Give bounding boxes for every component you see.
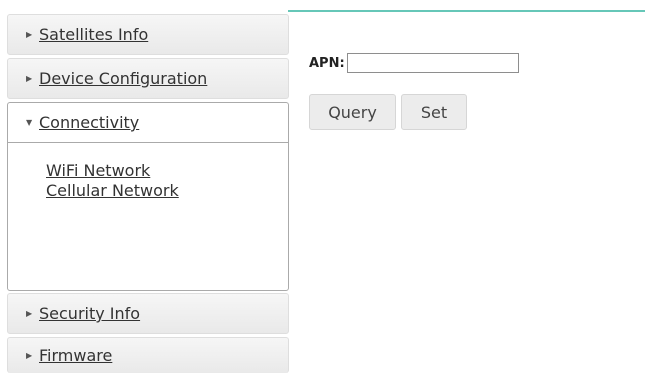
top-accent-line [288, 10, 645, 12]
sidebar-item-label[interactable]: Device Configuration [39, 69, 207, 88]
main-content: APN: Query Set [309, 53, 519, 130]
triangle-right-icon: ▶ [26, 308, 33, 318]
sidebar-accordion: ▶ Satellites Info ▶ Device Configuration… [7, 14, 289, 373]
triangle-down-icon: ▼ [26, 117, 33, 127]
apn-input[interactable] [346, 53, 519, 73]
sidebar-item-label[interactable]: Connectivity [39, 113, 139, 132]
set-button[interactable]: Set [401, 94, 467, 130]
apn-label: APN: [309, 55, 345, 71]
sidebar-item-label[interactable]: Satellites Info [39, 25, 148, 44]
query-button[interactable]: Query [309, 94, 396, 130]
button-row: Query Set [309, 94, 519, 130]
sidebar-item-connectivity[interactable]: ▼ Connectivity [7, 102, 289, 142]
connectivity-panel: WiFi Network Cellular Network [7, 142, 289, 291]
triangle-right-icon: ▶ [26, 73, 33, 83]
sidebar-item-label[interactable]: Security Info [39, 304, 140, 323]
sidebar-item-firmware[interactable]: ▶ Firmware [7, 337, 289, 373]
apn-row: APN: [309, 53, 519, 73]
sidebar-item-security-info[interactable]: ▶ Security Info [7, 293, 289, 334]
triangle-right-icon: ▶ [26, 29, 33, 39]
sidebar-item-satellites-info[interactable]: ▶ Satellites Info [7, 14, 289, 55]
link-cellular-network[interactable]: Cellular Network [46, 181, 288, 201]
triangle-right-icon: ▶ [26, 350, 33, 360]
sidebar-item-label[interactable]: Firmware [39, 346, 112, 365]
link-wifi-network[interactable]: WiFi Network [46, 161, 288, 181]
sidebar-item-device-configuration[interactable]: ▶ Device Configuration [7, 58, 289, 99]
